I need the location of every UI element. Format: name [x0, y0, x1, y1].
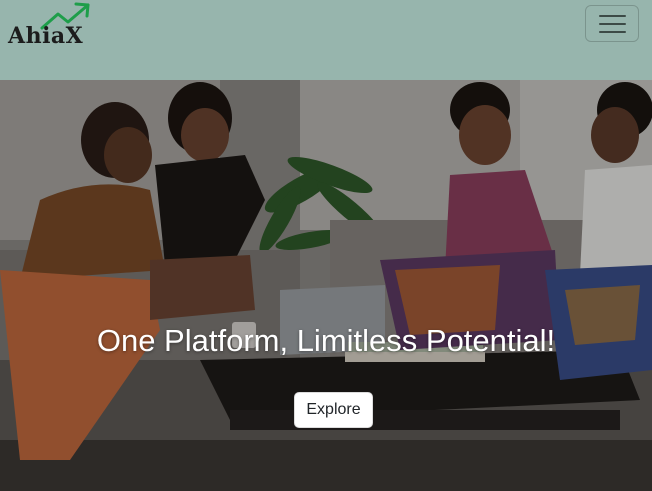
hero-title: One Platform, Limitless Potential!	[96, 323, 556, 358]
brand-name: AhiaX	[8, 23, 84, 49]
navbar: AhiaX	[0, 0, 652, 80]
brand-logo[interactable]: AhiaX	[8, 2, 92, 52]
explore-button[interactable]: Explore	[294, 392, 373, 428]
hero-overlay	[0, 80, 652, 491]
navbar-toggler-button[interactable]	[585, 5, 639, 42]
hamburger-menu-icon	[599, 15, 626, 33]
hero-section: One Platform, Limitless Potential! Explo…	[0, 80, 652, 491]
